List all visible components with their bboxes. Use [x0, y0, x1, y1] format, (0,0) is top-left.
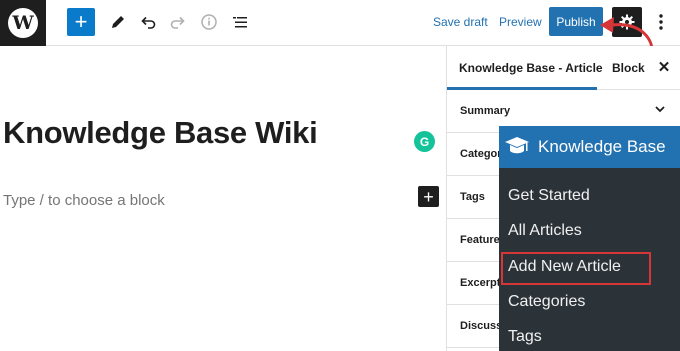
redo-icon — [170, 16, 185, 29]
grammarly-icon[interactable]: G — [414, 131, 435, 152]
publish-label: Publish — [556, 14, 596, 29]
editor-toolbar: W + Save draft Preview Publish — [0, 0, 680, 46]
grammarly-letter: G — [419, 134, 430, 149]
menu-item-categories[interactable]: Categories — [508, 293, 585, 311]
pen-icon — [112, 16, 124, 28]
knowledge-base-menu-title: Knowledge Base — [538, 137, 666, 156]
options-button[interactable] — [654, 11, 668, 33]
add-block-button[interactable]: + — [67, 8, 95, 36]
panel-label: Summary — [460, 105, 511, 117]
add-block-icon: + — [74, 9, 88, 34]
panel-label: Excerpt — [460, 277, 501, 289]
wordpress-logo-icon[interactable]: W — [0, 0, 46, 46]
block-placeholder[interactable]: Type / to choose a block — [3, 192, 165, 209]
publish-button[interactable]: Publish — [549, 7, 603, 36]
menu-item-all-articles[interactable]: All Articles — [508, 222, 582, 240]
highlight-annotation — [501, 252, 651, 285]
inserter-plus-icon: + — [423, 186, 434, 207]
graduation-cap-icon — [505, 137, 529, 154]
redo-button[interactable] — [168, 8, 188, 36]
logo-letter: W — [12, 12, 34, 34]
list-view-button[interactable] — [230, 8, 250, 36]
menu-item-get-started[interactable]: Get Started — [508, 187, 590, 205]
gear-icon — [619, 14, 635, 30]
more-options-icon — [659, 14, 663, 30]
undo-button[interactable] — [138, 8, 158, 36]
block-editor: W + Save draft Preview Publish Knowledge… — [0, 0, 680, 351]
info-icon — [201, 14, 217, 30]
details-button[interactable] — [199, 8, 219, 36]
chevron-down-icon — [655, 106, 665, 113]
preview-button[interactable]: Preview — [499, 15, 542, 29]
menu-item-tags[interactable]: Tags — [508, 328, 542, 346]
settings-button[interactable] — [612, 7, 642, 37]
sidebar-tabs: Knowledge Base - Article Block ✕ — [447, 46, 680, 90]
save-draft-button[interactable]: Save draft — [433, 15, 488, 29]
list-view-icon — [233, 17, 247, 28]
tools-button[interactable] — [108, 8, 128, 36]
knowledge-base-menu: Knowledge Base Get Started All Articles … — [499, 126, 680, 351]
tab-article[interactable]: Knowledge Base - Article — [459, 61, 603, 75]
post-title[interactable]: Knowledge Base Wiki — [3, 115, 318, 151]
undo-icon — [141, 16, 156, 29]
block-inserter-button[interactable]: + — [418, 186, 439, 207]
panel-label: Tags — [460, 191, 485, 203]
knowledge-base-menu-header[interactable]: Knowledge Base — [499, 126, 680, 168]
close-icon[interactable]: ✕ — [656, 58, 672, 76]
tab-block[interactable]: Block — [612, 61, 645, 75]
